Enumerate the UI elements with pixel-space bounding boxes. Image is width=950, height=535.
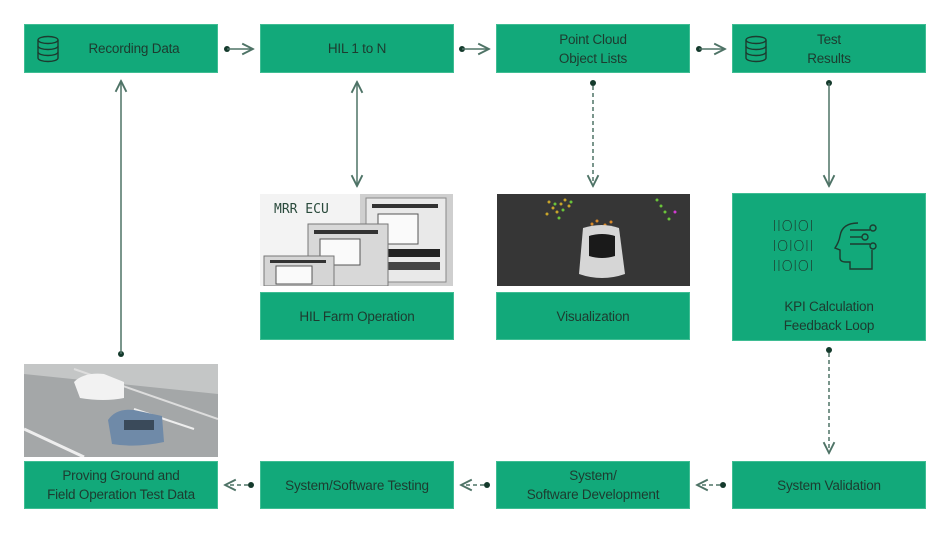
database-icon xyxy=(37,35,59,63)
ai-head-icon xyxy=(833,222,877,270)
node-test-results: Test Results xyxy=(732,24,926,73)
connector-kpi-to-validation xyxy=(826,347,832,453)
node-label: Visualization xyxy=(556,308,630,324)
hil-farm-caption: MRR ECU xyxy=(274,202,329,217)
node-label: Test Results xyxy=(807,31,851,66)
node-system-software-development: System/ Software Development xyxy=(496,461,690,509)
connector-validation-to-development xyxy=(697,482,726,488)
node-hil-farm-operation: HIL Farm Operation xyxy=(260,292,454,340)
node-label: System Validation xyxy=(777,477,881,493)
connector-testresults-to-kpi xyxy=(826,80,832,186)
node-visualization: Visualization xyxy=(496,292,690,340)
hil-farm-photo: MRR ECU xyxy=(260,194,453,286)
node-system-software-testing: System/Software Testing xyxy=(260,461,454,509)
node-label: HIL Farm Operation xyxy=(299,308,415,324)
node-hil-1-to-n: HIL 1 to N xyxy=(260,24,454,73)
node-label: HIL 1 to N xyxy=(327,41,387,56)
connector-pointcloud-to-testresults xyxy=(696,46,725,52)
node-proving-ground: Proving Ground and Field Operation Test … xyxy=(24,461,218,509)
node-label: Recording Data xyxy=(88,41,180,56)
node-label: System/ Software Development xyxy=(526,468,660,502)
connector-pointcloud-to-visualization xyxy=(590,80,596,186)
node-kpi-calculation: IIOIOI IOIOII IIOIOI KPI Calculation Fee… xyxy=(732,193,926,341)
node-label: Point Cloud Object Lists xyxy=(558,31,628,66)
node-label: KPI Calculation Feedback Loop xyxy=(783,299,875,333)
database-icon xyxy=(745,35,767,63)
connector-field-to-recording xyxy=(118,81,124,357)
node-point-cloud: Point Cloud Object Lists xyxy=(496,24,690,73)
node-label: System/Software Testing xyxy=(285,477,429,493)
visualization-photo xyxy=(497,194,690,286)
connector-hil-to-pointcloud xyxy=(459,46,489,52)
node-system-validation: System Validation xyxy=(732,461,926,509)
connector-development-to-testing xyxy=(461,482,490,488)
node-label: Proving Ground and Field Operation Test … xyxy=(47,468,195,502)
proving-ground-photo xyxy=(24,364,218,457)
binary-code-icon: IIOIOI IOIOII IIOIOI xyxy=(772,217,814,275)
node-recording-data: Recording Data xyxy=(24,24,218,73)
connector-recording-to-hil xyxy=(224,46,253,52)
connector-testing-to-field xyxy=(225,482,254,488)
